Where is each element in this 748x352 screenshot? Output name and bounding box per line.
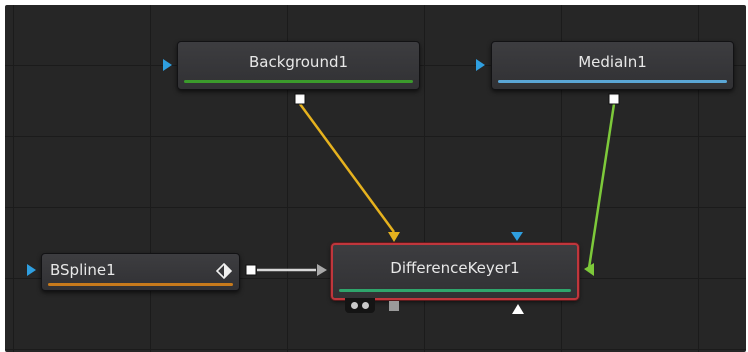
mask-input-icon[interactable] <box>351 302 358 309</box>
mask-input-icon[interactable] <box>362 302 369 309</box>
node-extra-buttons[interactable] <box>345 298 375 313</box>
node-mediain1[interactable]: MediaIn1 <box>491 41 734 90</box>
node-color-bar <box>184 80 413 83</box>
node-label: MediaIn1 <box>578 53 647 71</box>
node-label: Background1 <box>248 53 349 71</box>
node-bspline1[interactable]: BSpline1 <box>41 253 240 291</box>
node-label: BSpline1 <box>50 261 116 279</box>
node-background1[interactable]: Background1 <box>177 41 420 90</box>
node-label: DifferenceKeyer1 <box>390 259 520 277</box>
node-differencekeyer1[interactable]: DifferenceKeyer1 <box>331 243 579 300</box>
effect-mask-square-icon[interactable] <box>389 301 399 311</box>
node-color-bar <box>48 283 233 286</box>
node-color-bar <box>339 289 571 292</box>
keyframe-diamond-icon[interactable] <box>216 263 232 279</box>
node-color-bar <box>498 80 727 83</box>
